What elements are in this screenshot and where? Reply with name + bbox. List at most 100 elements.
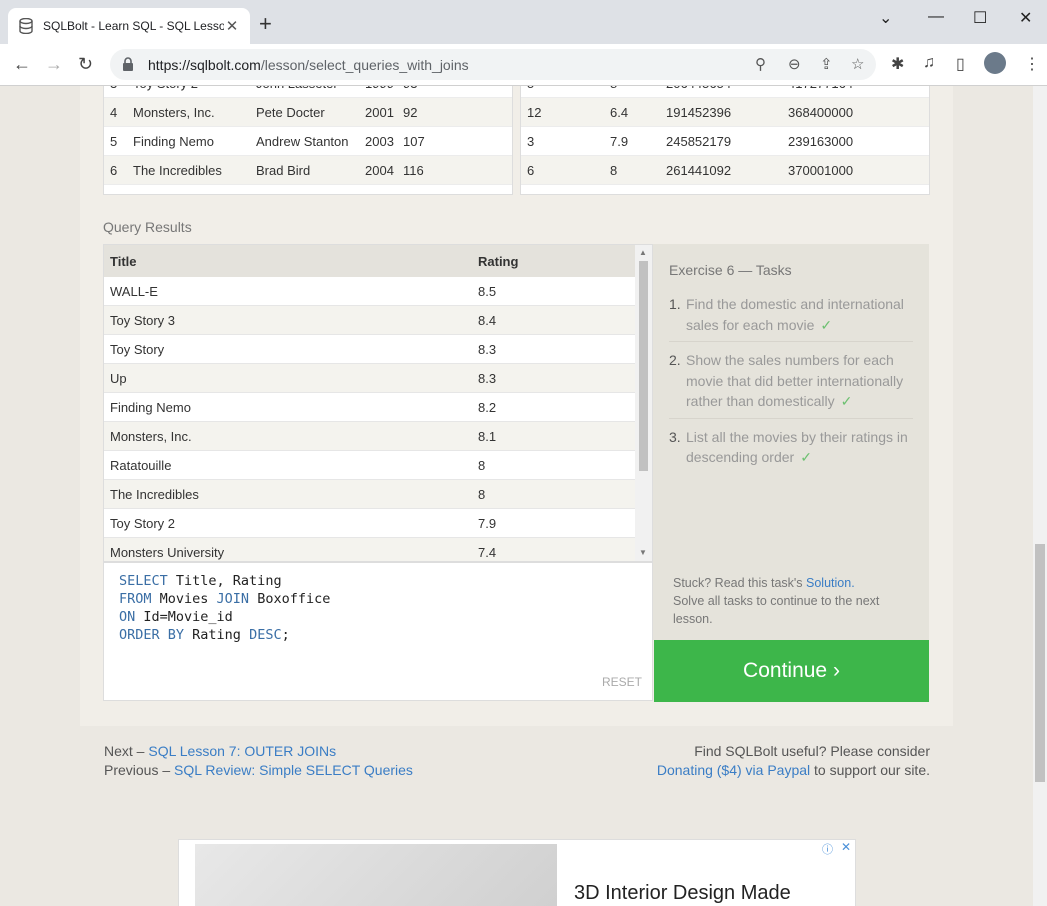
sql-editor[interactable]: SELECT Title, Rating FROM Movies JOIN Box… [103, 562, 653, 701]
sql-keyword: ON [119, 609, 136, 625]
table-cell: 8 [610, 162, 618, 178]
table-cell: The Incredibles [133, 162, 222, 178]
table-row: Monsters, Inc. 8.1 [104, 422, 652, 451]
result-rating: 8 [478, 457, 486, 473]
query-results-label: Query Results [103, 219, 192, 235]
avatar[interactable] [984, 52, 1006, 74]
sql-text: Id=Movie_id [135, 609, 233, 625]
zoom-out-icon[interactable]: ⊖ [788, 55, 801, 73]
stuck-hint: Stuck? Read this task's Solution. Solve … [673, 574, 913, 628]
table-cell: 4 [110, 104, 118, 120]
sql-text: Title, Rating [167, 573, 282, 589]
result-rating: 8 [478, 486, 486, 502]
window-close-icon[interactable]: ✕ [1019, 8, 1032, 28]
search-icon[interactable]: ⚲ [755, 55, 766, 73]
minimize-icon[interactable]: — [928, 8, 944, 26]
result-title: Toy Story 2 [110, 515, 176, 531]
table-cell: 116 [403, 162, 424, 178]
continue-button[interactable]: Continue › [654, 640, 929, 702]
table-cell: Andrew Stanton [256, 133, 349, 149]
sql-keyword: JOIN [216, 591, 250, 607]
previous-lesson-link[interactable]: SQL Review: Simple SELECT Queries [174, 762, 413, 778]
next-prefix: Next – [104, 743, 149, 759]
scroll-down-icon[interactable]: ▼ [639, 548, 647, 557]
result-rating: 7.9 [478, 515, 497, 531]
table-row: Toy Story 8.3 [104, 335, 652, 364]
table-cell: 5 [110, 133, 118, 149]
browser-tab[interactable]: SQLBolt - Learn SQL - SQL Lessons ✕ [8, 8, 250, 44]
sql-keyword: ORDER BY [119, 627, 185, 643]
extensions-icon[interactable]: ✱ [891, 54, 904, 74]
tab-search-icon[interactable]: ⌄ [879, 8, 892, 28]
result-title: Toy Story 3 [110, 312, 176, 328]
ad-close-icon[interactable]: ✕ [841, 840, 851, 854]
result-rating: 8.4 [478, 312, 497, 328]
page-scrollbar[interactable] [1033, 86, 1047, 906]
media-control-icon[interactable]: ♫ [923, 54, 935, 72]
donate-suffix: to support our site. [810, 762, 930, 778]
maximize-icon[interactable]: ☐ [973, 8, 987, 28]
table-row: 6 The Incredibles Brad Bird 2004 116 [104, 156, 512, 185]
reset-button[interactable]: RESET [602, 673, 642, 691]
table-row: Monsters University 7.4 [104, 538, 652, 561]
results-scrollbar-thumb[interactable] [639, 261, 648, 471]
task-item: 1. Find the domestic and international sa… [669, 294, 913, 342]
ad-info-icon[interactable]: ⓘ [822, 841, 833, 857]
table-cell: 245852179 [666, 133, 732, 149]
advertisement[interactable]: 3D Interior Design Made ⓘ ✕ [178, 839, 856, 906]
share-icon[interactable]: ⇪ [820, 55, 833, 73]
back-icon[interactable]: ← [13, 54, 31, 74]
new-tab-icon[interactable]: + [259, 13, 272, 35]
donate-link[interactable]: Donating ($4) via Paypal [657, 762, 810, 778]
boxoffice-table: 58206445654417277164 12 6.4 191452396 36840… [520, 86, 930, 195]
table-row: Up 8.3 [104, 364, 652, 393]
forward-icon[interactable]: → [45, 54, 63, 74]
task-text: Find the domestic and international sale… [686, 296, 904, 333]
bookmark-star-icon[interactable]: ☆ [851, 55, 864, 73]
ad-headline: 3D Interior Design Made [574, 882, 791, 904]
table-row: 5 Finding Nemo Andrew Stanton 2003 107 [104, 127, 512, 156]
result-title: Finding Nemo [110, 399, 191, 415]
stuck-text: Stuck? Read this task's [673, 576, 803, 590]
solution-link[interactable]: Solution. [806, 576, 855, 590]
table-cell: 92 [403, 104, 418, 120]
table-row: 3Toy Story 2John Lasseter199993 [104, 86, 512, 98]
task-text: List all the movies by their ratings in … [686, 428, 908, 466]
results-header: Title Rating [104, 245, 652, 277]
results-scrollbar[interactable]: ▲ ▼ [635, 245, 652, 561]
reload-icon[interactable]: ↻ [78, 54, 93, 74]
solve-all-text: Solve all tasks to continue to the next … [673, 594, 880, 626]
result-title: Monsters, Inc. [110, 428, 192, 444]
donation-note: Find SQLBolt useful? Please consider Don… [657, 742, 930, 780]
address-bar[interactable]: https://sqlbolt.com/lesson/select_querie… [110, 49, 876, 80]
table-cell: 12 [527, 104, 542, 120]
movies-table: 3Toy Story 2John Lasseter199993 4 Monsters… [103, 86, 513, 195]
scroll-up-icon[interactable]: ▲ [639, 248, 647, 257]
close-tab-icon[interactable]: ✕ [224, 17, 240, 35]
table-cell: 3 [527, 133, 535, 149]
task-item: 2. Show the sales numbers for each movie … [669, 350, 913, 419]
ad-image [195, 844, 557, 906]
table-cell: 2003 [365, 133, 394, 149]
table-cell: 239163000 [788, 133, 854, 149]
page-scrollbar-thumb[interactable] [1035, 544, 1045, 782]
code-line: ON Id=Movie_id [119, 608, 637, 626]
query-results-table: Title Rating WALL-E 8.5 Toy Story 3 8.4 Toy … [103, 244, 653, 562]
table-row: 58206445654417277164 [521, 86, 929, 98]
next-lesson-link[interactable]: SQL Lesson 7: OUTER JOINs [148, 743, 336, 759]
sql-text: Boxoffice [249, 591, 331, 607]
result-rating: 8.2 [478, 399, 497, 415]
table-cell: Finding Nemo [133, 133, 214, 149]
lock-icon [122, 56, 136, 73]
table-cell: Toy Story 2 [133, 86, 256, 91]
result-title: Up [110, 370, 127, 386]
lesson-navigation: Next – SQL Lesson 7: OUTER JOINs Previou… [104, 742, 413, 780]
result-title: Ratatouille [110, 457, 172, 473]
sql-keyword: FROM [119, 591, 152, 607]
side-panel-icon[interactable]: ▯ [956, 54, 965, 74]
code-line: ORDER BY Rating DESC; [119, 626, 637, 644]
menu-kebab-icon[interactable]: ⋮ [1024, 54, 1040, 74]
result-rating: 8.3 [478, 370, 497, 386]
column-header-title: Title [110, 253, 137, 269]
result-title: WALL-E [110, 283, 158, 299]
